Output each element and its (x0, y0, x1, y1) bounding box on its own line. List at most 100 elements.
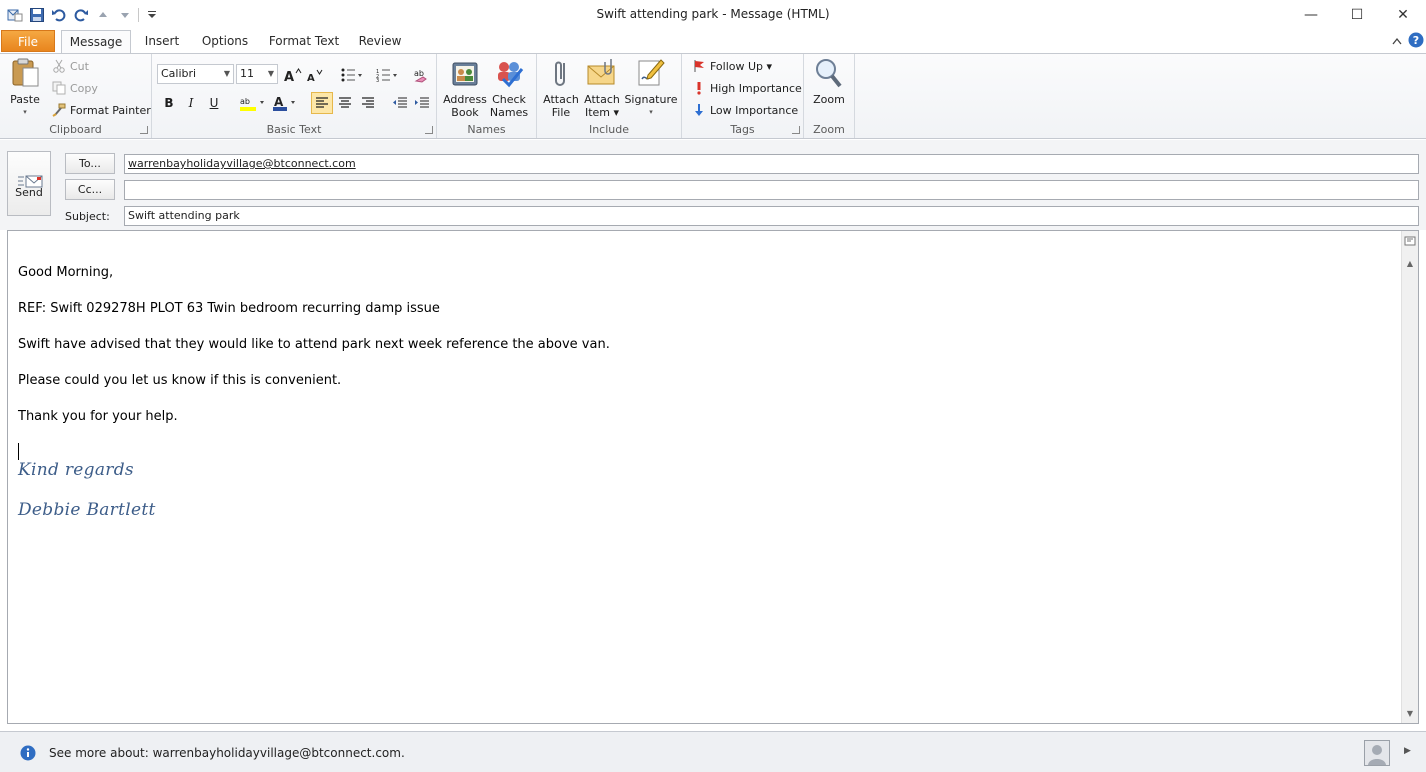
clipboard-dialog-launcher-icon[interactable] (140, 126, 148, 134)
tab-options[interactable]: Options (195, 30, 255, 53)
signature-icon (638, 59, 665, 86)
grow-font-button[interactable]: A (282, 64, 304, 86)
message-body[interactable]: Good Morning, REF: Swift 029278H PLOT 63… (18, 265, 1398, 520)
attach-item-label-line1: Attach (584, 93, 620, 106)
to-field[interactable]: warrenbayholidayvillage@btconnect.com (124, 154, 1419, 174)
align-left-button[interactable] (311, 92, 333, 114)
scroll-down-icon[interactable]: ▼ (1403, 705, 1417, 721)
numbering-button[interactable]: 123 (370, 64, 404, 86)
attach-item-button[interactable]: Attach Item ▾ (581, 57, 623, 119)
ribbon: Paste ▾ Cut Copy Format Painter Clipboar… (0, 53, 1426, 139)
grow-font-icon: A (284, 68, 302, 82)
bold-button[interactable]: B (158, 92, 180, 114)
signature-name: Debbie Bartlett (18, 500, 156, 520)
names-group: Address Book Check Names Names (437, 54, 537, 138)
clear-formatting-button[interactable]: ab (410, 64, 432, 86)
attach-file-button[interactable]: Attach File (541, 57, 581, 119)
subject-label: Subject: (65, 210, 110, 223)
chevron-down-icon: ▼ (267, 69, 274, 78)
tags-group: Follow Up ▾ High Importance Low Importan… (682, 54, 804, 138)
expand-people-pane-icon[interactable]: ▶ (1404, 746, 1411, 756)
cut-label: Cut (70, 59, 89, 73)
basic-text-group-label: Basic Text (266, 123, 322, 136)
svg-text:A: A (274, 95, 284, 109)
clipboard-group-label: Clipboard (49, 123, 102, 136)
check-names-button[interactable]: Check Names (487, 57, 531, 119)
vertical-scrollbar[interactable]: ▲ ▼ (1401, 231, 1418, 723)
follow-up-button[interactable]: Follow Up ▾ (692, 56, 772, 76)
check-names-icon (498, 62, 524, 88)
address-book-label-line1: Address (443, 93, 487, 106)
cut-icon (53, 59, 65, 73)
people-pane-text[interactable]: See more about: warrenbayholidayvillage@… (49, 746, 405, 760)
tab-message[interactable]: Message (61, 30, 131, 54)
zoom-button[interactable]: Zoom (808, 57, 850, 106)
bullets-button[interactable] (335, 64, 369, 86)
cut-button[interactable]: Cut (52, 56, 89, 76)
copy-button[interactable]: Copy (52, 78, 98, 98)
avatar[interactable] (1364, 740, 1390, 766)
send-button[interactable]: Send (7, 151, 51, 216)
high-importance-icon (697, 82, 701, 95)
align-center-button[interactable] (334, 92, 356, 114)
format-painter-button[interactable]: Format Painter (52, 100, 151, 120)
italic-button[interactable]: I (180, 92, 202, 114)
shrink-font-button[interactable]: A (304, 64, 326, 86)
include-group-label: Include (588, 123, 630, 136)
message-body-editor[interactable]: Good Morning, REF: Swift 029278H PLOT 63… (7, 230, 1419, 724)
magnifier-icon (816, 59, 842, 88)
check-names-label-line1: Check (492, 93, 526, 106)
basic-text-dialog-launcher-icon[interactable] (425, 126, 433, 134)
align-left-icon (316, 97, 328, 108)
clipboard-group: Paste ▾ Cut Copy Format Painter Clipboar… (0, 54, 152, 138)
decrease-indent-button[interactable] (389, 92, 411, 114)
increase-indent-button[interactable] (411, 92, 433, 114)
compose-header: Send To... Cc... Subject: warrenbayholid… (0, 140, 1426, 230)
align-right-button[interactable] (357, 92, 379, 114)
underline-button[interactable]: U (203, 92, 225, 114)
font-name-combo[interactable]: Calibri ▼ (157, 64, 234, 84)
minimize-button[interactable]: — (1288, 0, 1334, 30)
highlight-color-button[interactable]: ab (236, 92, 270, 114)
zoom-group: Zoom Zoom (804, 54, 855, 138)
high-importance-button[interactable]: High Importance (692, 78, 802, 98)
align-center-icon (339, 97, 351, 108)
tab-file[interactable]: File (1, 30, 55, 52)
tags-dialog-launcher-icon[interactable] (792, 126, 800, 134)
scroll-up-icon[interactable]: ▲ (1403, 255, 1417, 271)
paste-icon (12, 58, 39, 87)
tab-review[interactable]: Review (352, 30, 408, 53)
body-line-2: Please could you let us know if this is … (18, 373, 342, 388)
tab-insert[interactable]: Insert (137, 30, 187, 53)
people-pane-bar: See more about: warrenbayholidayvillage@… (0, 731, 1426, 772)
help-icon[interactable]: ? (1408, 32, 1424, 51)
body-reference: REF: Swift 029278H PLOT 63 Twin bedroom … (18, 301, 440, 316)
minimize-ribbon-icon[interactable] (1392, 35, 1402, 48)
tab-format-text[interactable]: Format Text (263, 30, 345, 53)
subject-field[interactable]: Swift attending park (124, 206, 1419, 226)
cc-button[interactable]: Cc... (65, 179, 115, 200)
address-book-button[interactable]: Address Book (443, 57, 487, 119)
signature-button[interactable]: Signature ▾ (623, 57, 679, 119)
paste-button[interactable]: Paste ▾ (6, 57, 44, 119)
to-recipient[interactable]: warrenbayholidayvillage@btconnect.com (128, 157, 356, 170)
low-importance-label: Low Importance (710, 103, 799, 117)
clear-formatting-icon: ab (414, 69, 427, 83)
address-book-label-line2: Book (451, 106, 479, 119)
svg-text:A: A (284, 70, 294, 82)
paperclip-icon (555, 61, 565, 86)
tags-group-label: Tags (730, 123, 755, 136)
font-size-combo[interactable]: 11 ▼ (236, 64, 278, 84)
close-button[interactable]: ✕ (1380, 0, 1426, 30)
to-button[interactable]: To... (65, 153, 115, 174)
tab-bar-right-controls: ? (1392, 32, 1424, 51)
cc-field[interactable] (124, 180, 1419, 200)
title-bar: Swift attending park - Message (HTML) — … (0, 0, 1426, 30)
increase-indent-icon (415, 97, 429, 108)
body-greeting: Good Morning, (18, 265, 114, 280)
copy-icon (52, 81, 66, 95)
ruler-toggle-icon[interactable] (1403, 233, 1417, 249)
low-importance-button[interactable]: Low Importance (692, 100, 798, 120)
font-color-button[interactable]: A (271, 92, 301, 114)
maximize-button[interactable]: ☐ (1334, 0, 1380, 30)
